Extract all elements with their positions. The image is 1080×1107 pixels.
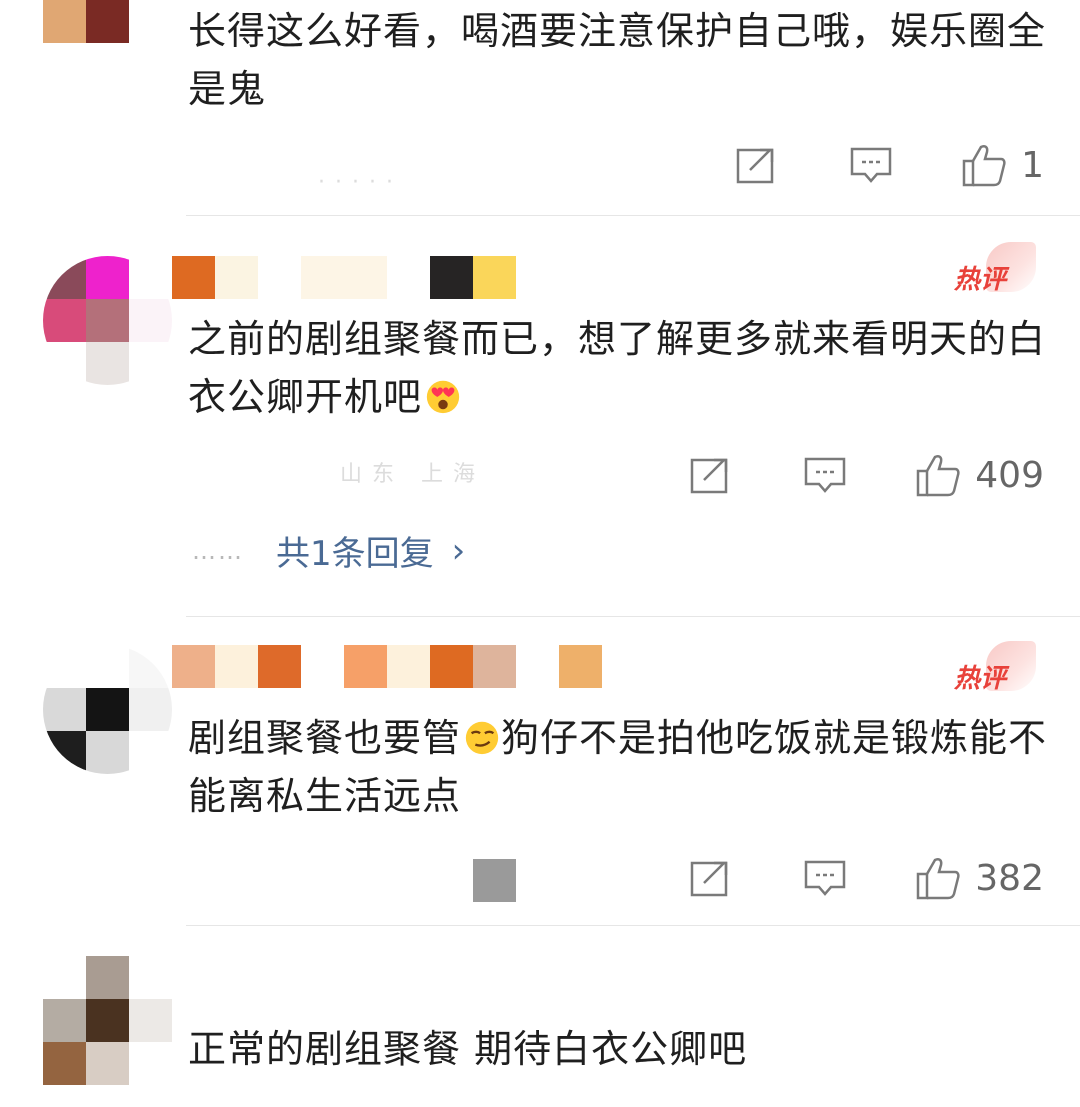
comment-button[interactable] (803, 859, 847, 897)
like-button[interactable]: 1 (961, 143, 1044, 187)
username[interactable] (172, 645, 602, 688)
like-icon (917, 454, 960, 497)
comment-actions: 382 (689, 853, 1044, 903)
mosaic-block (473, 859, 516, 902)
view-replies-link[interactable]: …… 共1条回复 › (192, 526, 465, 575)
like-button[interactable]: 409 (915, 453, 1044, 497)
comment-item: 热评 之前的剧组聚餐而已，想了解更多就来看明天的白衣公卿开机吧 山东 上海 40… (0, 216, 1080, 616)
comment-actions: 1 (735, 140, 1044, 190)
like-button[interactable]: 382 (915, 856, 1044, 900)
share-icon (691, 458, 728, 494)
like-icon (962, 144, 1006, 187)
hot-comment-badge: 热评 (954, 641, 1036, 701)
smirk-emoji (465, 721, 499, 755)
heart-eyes-emoji (426, 380, 460, 414)
faded-meta: 山东 上海 (340, 462, 485, 487)
share-icon (691, 861, 728, 897)
comment-item: 正常的剧组聚餐 期待白衣公卿吧 (0, 926, 1080, 1107)
comment-text: 之前的剧组聚餐而已，想了解更多就来看明天的白衣公卿开机吧 (188, 317, 1047, 419)
comment-icon (850, 147, 892, 183)
like-icon (917, 857, 960, 900)
comment-item: 长得这么好看，喝酒要注意保护自己哦，娱乐圈全是鬼 ····· 1 (0, 0, 1080, 215)
comment-actions: 409 (689, 450, 1044, 500)
comment-text: 长得这么好看，喝酒要注意保护自己哦，娱乐圈全是鬼 (188, 9, 1047, 111)
like-count: 409 (975, 454, 1044, 496)
comment-item: 热评 剧组聚餐也要管 狗仔不是拍他吃饭就是锻炼能不能离私生活远点 382 (0, 617, 1080, 925)
hot-comment-badge: 热评 (954, 242, 1036, 302)
chevron-right-icon: › (451, 530, 466, 571)
like-count: 382 (975, 857, 1044, 899)
comment-text: 正常的剧组聚餐 期待白衣公卿吧 (188, 1027, 748, 1071)
comment-button[interactable] (803, 456, 847, 494)
avatar[interactable] (43, 645, 172, 774)
faded-meta: ····· (318, 170, 403, 195)
avatar[interactable] (43, 0, 172, 43)
share-button[interactable] (689, 456, 733, 494)
share-icon (736, 148, 774, 184)
comment-icon (805, 457, 846, 493)
username[interactable] (172, 256, 516, 299)
comment-text: 剧组聚餐也要管 狗仔不是拍他吃饭就是锻炼能不能离私生活远点 (188, 716, 1048, 818)
share-button[interactable] (735, 146, 779, 184)
avatar[interactable] (43, 956, 172, 1085)
avatar[interactable] (43, 256, 172, 385)
comment-icon (805, 860, 846, 896)
share-button[interactable] (689, 859, 733, 897)
comment-button[interactable] (849, 146, 893, 184)
like-count: 1 (1021, 144, 1044, 186)
